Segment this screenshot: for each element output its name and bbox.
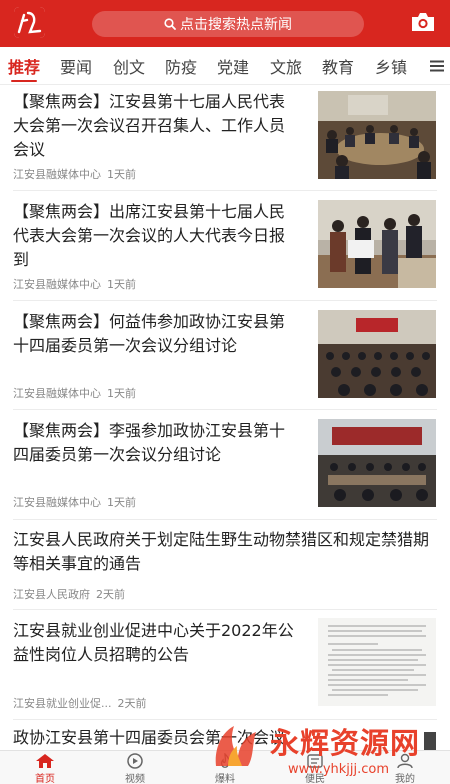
tab-epidemic[interactable]: 防疫 bbox=[165, 54, 197, 78]
search-bar[interactable]: 点击搜索热点新闻 bbox=[92, 11, 364, 37]
tab-education[interactable]: 教育 bbox=[322, 54, 354, 78]
news-thumbnail bbox=[318, 419, 436, 507]
news-source: 江安县融媒体中心 bbox=[13, 278, 101, 291]
play-icon bbox=[127, 753, 143, 769]
news-time: 2天前 bbox=[96, 588, 125, 601]
news-thumbnail bbox=[424, 732, 436, 750]
nav-video[interactable]: 视频 bbox=[90, 751, 180, 784]
news-title: 江安县就业创业促进中心关于2022年公益性岗位人员招聘的公告 bbox=[13, 621, 294, 664]
active-tab-indicator bbox=[11, 80, 37, 82]
news-thumbnail bbox=[318, 91, 436, 179]
news-meta: 江安县融媒体中心 1天前 bbox=[13, 166, 136, 182]
app-header: 点击搜索热点新闻 bbox=[0, 0, 450, 47]
news-thumbnail bbox=[318, 618, 436, 706]
news-source: 江安县融媒体中心 bbox=[13, 496, 101, 509]
news-source: 江安县融媒体中心 bbox=[13, 387, 101, 400]
news-item[interactable]: 江安县就业创业促进中心关于2022年公益性岗位人员招聘的公告 江安县就业创业促.… bbox=[0, 610, 450, 720]
fire-icon bbox=[220, 753, 230, 768]
news-title: 江安县人民政府关于划定陆生野生动物禁猎区和规定禁猎期等相关事宜的通告 bbox=[13, 530, 430, 573]
news-title: 【聚焦两会】江安县第十七届人民代表大会第一次会议召开召集人、工作人员会议 bbox=[13, 92, 286, 159]
tab-towns[interactable]: 乡镇 bbox=[375, 54, 407, 78]
tab-recommend[interactable]: 推荐 bbox=[8, 54, 40, 78]
news-source: 江安县人民政府 bbox=[13, 588, 90, 601]
news-meta: 江安县就业创业促... 2天前 bbox=[13, 695, 147, 711]
news-meta: 江安县融媒体中心 1天前 bbox=[13, 494, 136, 510]
search-placeholder: 点击搜索热点新闻 bbox=[180, 17, 292, 33]
tab-culture-tourism[interactable]: 文旅 bbox=[270, 54, 302, 78]
news-meta: 江安县融媒体中心 1天前 bbox=[13, 385, 136, 401]
news-source: 江安县融媒体中心 bbox=[13, 168, 101, 181]
nav-services[interactable]: 便民 bbox=[270, 751, 360, 784]
news-meta: 江安县人民政府 2天前 bbox=[13, 586, 125, 602]
camera-icon[interactable] bbox=[410, 11, 436, 33]
news-time: 1天前 bbox=[107, 496, 136, 509]
service-icon bbox=[307, 754, 323, 768]
news-item[interactable]: 【聚焦两会】江安县第十七届人民代表大会第一次会议召开召集人、工作人员会议 江安县… bbox=[0, 85, 450, 191]
home-icon bbox=[36, 754, 54, 768]
news-source: 江安县就业创业促... bbox=[13, 697, 112, 710]
news-item[interactable]: 政协江安县第十四届委员会第一次会议 bbox=[0, 720, 450, 750]
nav-label: 爆料 bbox=[215, 774, 235, 784]
nav-label: 视频 bbox=[125, 774, 145, 784]
news-title: 【聚焦两会】李强参加政协江安县第十四届委员第一次会议分组讨论 bbox=[13, 421, 286, 464]
news-time: 1天前 bbox=[107, 278, 136, 291]
news-thumbnail bbox=[318, 200, 436, 288]
news-time: 1天前 bbox=[107, 387, 136, 400]
news-title: 【聚焦两会】何益伟参加政协江安县第十四届委员第一次会议分组讨论 bbox=[13, 312, 286, 355]
nav-report[interactable]: 爆料 bbox=[180, 751, 270, 784]
news-title: 【聚焦两会】出席江安县第十七届人民代表大会第一次会议的人大代表今日报到 bbox=[13, 202, 286, 269]
nav-label: 首页 bbox=[35, 774, 55, 784]
nav-profile[interactable]: 我的 bbox=[360, 751, 450, 784]
news-item[interactable]: 【聚焦两会】何益伟参加政协江安县第十四届委员第一次会议分组讨论 江安县融媒体中心… bbox=[0, 301, 450, 410]
category-tabs: 推荐 要闻 创文 防疫 党建 文旅 教育 乡镇 bbox=[0, 47, 450, 85]
nav-home[interactable]: 首页 bbox=[0, 751, 90, 784]
news-item[interactable]: 江安县人民政府关于划定陆生野生动物禁猎区和规定禁猎期等相关事宜的通告 江安县人民… bbox=[0, 520, 450, 610]
search-icon bbox=[164, 18, 176, 30]
tab-party[interactable]: 党建 bbox=[217, 54, 249, 78]
tab-civilization[interactable]: 创文 bbox=[113, 54, 145, 78]
news-meta: 江安县融媒体中心 1天前 bbox=[13, 276, 136, 292]
nav-label: 便民 bbox=[305, 774, 325, 784]
news-item[interactable]: 【聚焦两会】李强参加政协江安县第十四届委员第一次会议分组讨论 江安县融媒体中心 1… bbox=[0, 410, 450, 520]
news-thumbnail bbox=[318, 310, 436, 398]
tab-headlines[interactable]: 要闻 bbox=[60, 54, 92, 78]
menu-icon[interactable] bbox=[430, 59, 444, 73]
app-logo[interactable] bbox=[14, 7, 45, 38]
nav-label: 我的 bbox=[395, 774, 415, 784]
news-time: 1天前 bbox=[107, 168, 136, 181]
news-item[interactable]: 【聚焦两会】出席江安县第十七届人民代表大会第一次会议的人大代表今日报到 江安县融… bbox=[0, 191, 450, 301]
news-time: 2天前 bbox=[117, 697, 147, 710]
news-title: 政协江安县第十四届委员会第一次会议 bbox=[13, 728, 286, 747]
bottom-navigation: 首页 视频 爆料 便民 我的 bbox=[0, 750, 450, 784]
user-icon bbox=[397, 753, 413, 769]
